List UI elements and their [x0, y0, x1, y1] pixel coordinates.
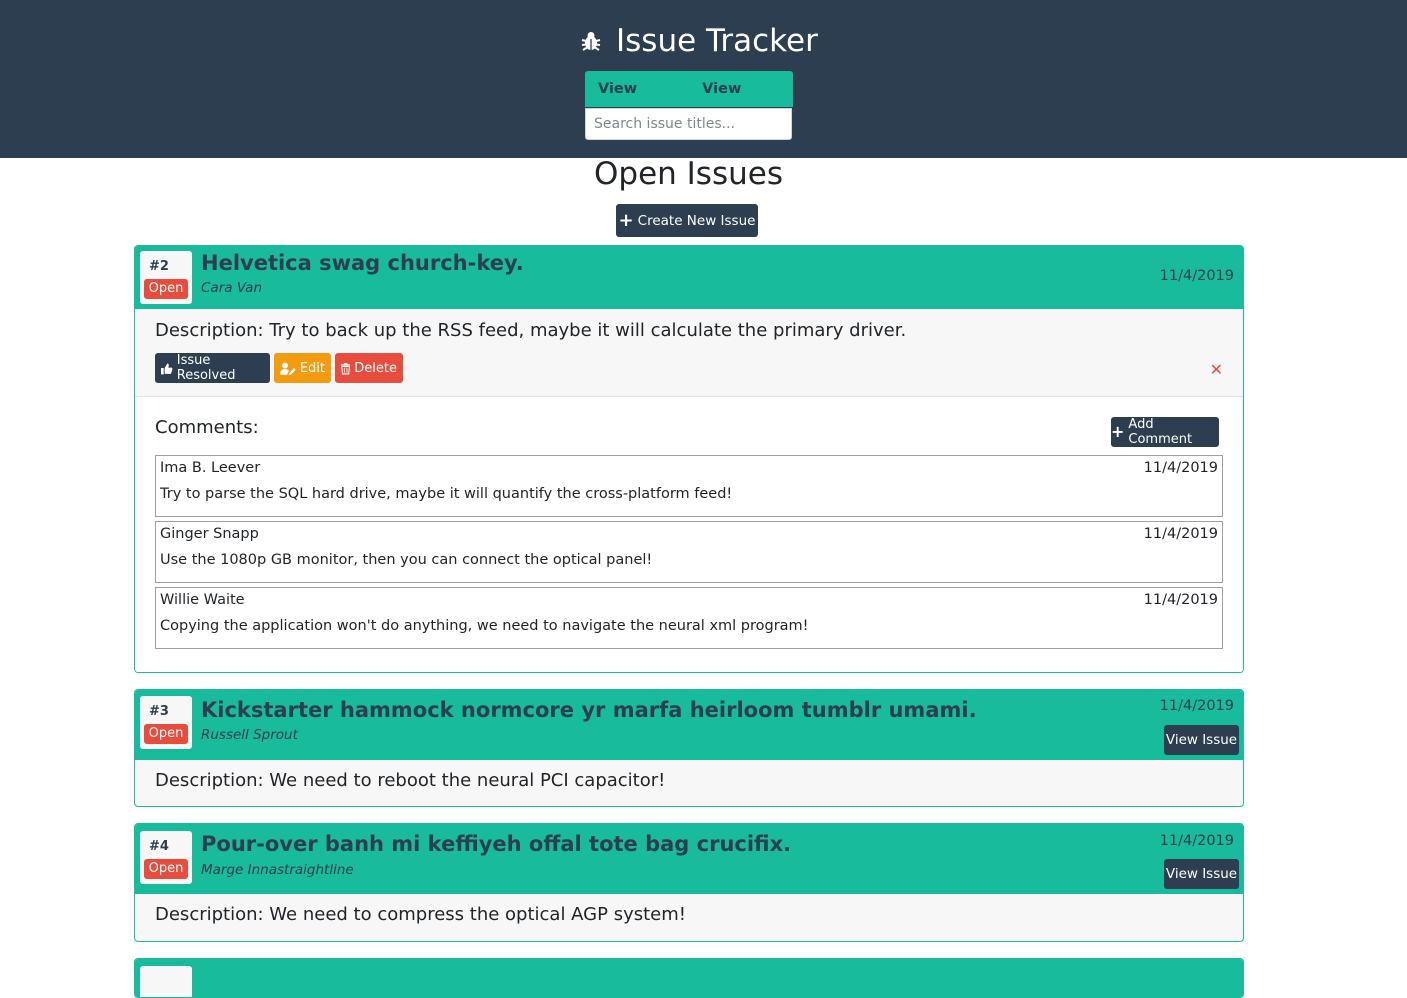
issue-card: #2 Open Helvetica swag church-key. Cara …: [134, 245, 1244, 673]
comment-author: Ginger Snapp: [160, 526, 259, 542]
comment-text: Try to parse the SQL hard drive, maybe i…: [160, 486, 733, 502]
comment-text: Use the 1080p GB monitor, then you can c…: [160, 552, 653, 568]
create-issue-label: Create New Issue: [637, 212, 756, 229]
issue-badge: [140, 966, 192, 997]
app-title: Issue Tracker: [580, 20, 818, 62]
delete-button[interactable]: Delete: [335, 353, 403, 383]
comment-date: 11/4/2019: [1143, 526, 1218, 542]
issue-description: Description: We need to compress the opt…: [155, 904, 686, 925]
thumbs-up-icon: [161, 363, 173, 374]
user-edit-icon: [280, 362, 296, 375]
app-title-text: Issue Tracker: [616, 23, 818, 59]
issue-description: Description: We need to reboot the neura…: [155, 770, 666, 791]
edit-label: Edit: [299, 360, 325, 376]
view-issue-button[interactable]: View Issue: [1164, 725, 1239, 755]
issue-resolved-label: Issue Resolved: [176, 353, 236, 383]
close-icon[interactable]: ✕: [1210, 360, 1223, 379]
comments-label: Comments:: [155, 417, 259, 438]
comment-date: 11/4/2019: [1143, 592, 1218, 608]
trash-icon: [341, 362, 351, 375]
issue-date: 11/4/2019: [1159, 698, 1234, 714]
add-comment-label: Add Comment: [1128, 417, 1193, 447]
issue-author: Russell Sprout: [201, 727, 298, 743]
issue-resolved-button[interactable]: Issue Resolved: [155, 353, 270, 383]
comment-date: 11/4/2019: [1143, 460, 1218, 476]
issue-date: 11/4/2019: [1159, 268, 1234, 284]
status-badge: Open: [144, 279, 188, 299]
issue-badge: #4 Open: [140, 831, 192, 884]
comment-text: Copying the application won't do anythin…: [160, 618, 809, 634]
issue-date: 11/4/2019: [1159, 833, 1234, 849]
edit-button[interactable]: Edit: [274, 353, 331, 383]
comment: Ginger Snapp 11/4/2019 Use the 1080p GB …: [155, 521, 1223, 583]
issue-number: #3: [149, 704, 169, 719]
tab-view-closed[interactable]: View Closed: [702, 71, 793, 133]
issue-body: Description: Try to back up the RSS feed…: [135, 309, 1243, 396]
issue-header: #2 Open Helvetica swag church-key. Cara …: [135, 246, 1243, 309]
issue-title: Pour-over banh mi keffiyeh offal tote ba…: [201, 832, 792, 856]
issue-description: Description: Try to back up the RSS feed…: [155, 320, 907, 341]
issue-card: #3 Open Kickstarter hammock normcore yr …: [134, 689, 1244, 807]
plus-icon: +: [1111, 422, 1125, 441]
delete-label: Delete: [354, 360, 397, 376]
issue-badge: #3 Open: [140, 696, 192, 749]
issue-number: #2: [149, 259, 169, 274]
plus-icon: +: [618, 209, 634, 231]
status-badge: Open: [144, 724, 188, 744]
comment: Ima B. Leever 11/4/2019 Try to parse the…: [155, 455, 1223, 517]
status-badge: Open: [144, 859, 188, 879]
comment-author: Willie Waite: [160, 592, 245, 608]
view-issue-button[interactable]: View Issue: [1164, 859, 1239, 889]
search-input[interactable]: [585, 108, 792, 140]
issue-header: [135, 959, 1243, 997]
bug-icon: [581, 32, 601, 51]
create-issue-button[interactable]: + Create New Issue: [616, 204, 758, 237]
issue-number: #4: [149, 839, 169, 854]
issue-card: [134, 958, 1244, 998]
comments-section: Comments: + Add Comment Ima B. Leever 11…: [135, 396, 1243, 672]
issue-badge: #2 Open: [140, 251, 192, 304]
view-tabs: View Open View Closed: [585, 71, 793, 133]
add-comment-button[interactable]: + Add Comment: [1111, 417, 1219, 447]
issue-title: Kickstarter hammock normcore yr marfa he…: [201, 698, 977, 722]
issue-author: Cara Van: [201, 280, 263, 296]
app-header: Issue Tracker View Open View Closed: [0, 0, 1407, 158]
comment-author: Ima B. Leever: [160, 460, 261, 476]
issue-header: #4 Open Pour-over banh mi keffiyeh offal…: [135, 824, 1243, 894]
issue-title: Helvetica swag church-key.: [201, 251, 524, 275]
comment: Willie Waite 11/4/2019 Copying the appli…: [155, 587, 1223, 649]
issue-card: #4 Open Pour-over banh mi keffiyeh offal…: [134, 823, 1244, 942]
tab-view-open[interactable]: View Open: [598, 71, 678, 133]
issue-header: #3 Open Kickstarter hammock normcore yr …: [135, 690, 1243, 760]
issue-author: Marge Innastraightline: [201, 862, 354, 878]
page-title: Open Issues: [594, 156, 783, 192]
